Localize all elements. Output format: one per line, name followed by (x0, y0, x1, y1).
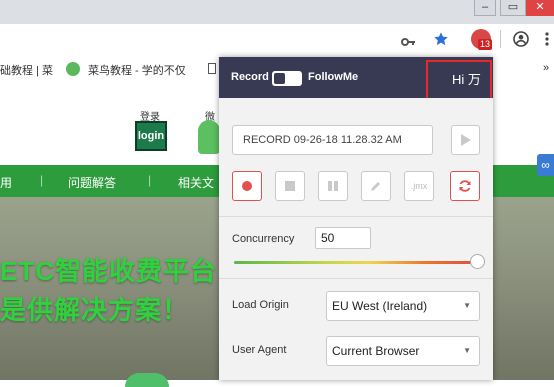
extension-badge: 13 (478, 39, 492, 50)
page-icon (208, 63, 216, 74)
chevron-down-icon: ▼ (463, 346, 471, 355)
login-button[interactable]: login (135, 121, 167, 151)
concurrency-slider-handle[interactable] (470, 254, 485, 269)
nav-divider: | (40, 173, 44, 187)
nav-divider: | (148, 173, 152, 187)
hero-subheadline: 是供解决方案！ (0, 295, 190, 325)
account-icon[interactable] (513, 31, 529, 52)
pause-icon (328, 181, 338, 191)
bookmark-item[interactable]: 菜鸟教程 - 学的不仅 (88, 62, 186, 78)
section-divider (219, 216, 493, 217)
user-agent-value: Current Browser (332, 344, 420, 358)
link-icon[interactable]: ∞ (537, 154, 554, 176)
popup-body: RECORD 09-26-18 11.28.32 AM .jmx Concurr… (219, 98, 493, 380)
extension-popup: Record FollowMe Hi 万 RECORD 09-26-18 11.… (219, 57, 493, 380)
bookmark-item[interactable]: 础教程 | 菜 (0, 62, 53, 78)
followme-mode-label: FollowMe (308, 71, 359, 83)
minimize-button[interactable]: – (474, 0, 496, 16)
refresh-button[interactable] (450, 171, 480, 201)
toggle-knob (274, 73, 285, 84)
nav-item[interactable]: 相关文 (178, 174, 214, 191)
wechat-icon[interactable] (198, 120, 220, 154)
extension-icon[interactable]: 13 (471, 29, 492, 50)
star-icon[interactable] (433, 31, 449, 52)
play-icon (461, 134, 471, 146)
hero-decoration (125, 373, 169, 387)
record-mode-label: Record (231, 71, 269, 83)
edit-button[interactable] (361, 171, 391, 201)
chevron-down-icon: ▼ (463, 301, 471, 310)
bookmark-favicon-icon (66, 62, 80, 76)
pencil-icon (371, 182, 380, 191)
stop-button[interactable] (275, 171, 305, 201)
close-window-button[interactable]: ✕ (526, 0, 554, 16)
section-divider (219, 278, 493, 279)
concurrency-label: Concurrency (232, 233, 295, 245)
maximize-button[interactable]: ▭ (500, 0, 526, 16)
user-greeting[interactable]: Hi 万 (452, 69, 481, 88)
key-icon[interactable] (401, 34, 415, 52)
load-origin-select[interactable]: EU West (Ireland) ▼ (326, 291, 480, 321)
play-button[interactable] (451, 125, 480, 155)
user-agent-select[interactable]: Current Browser ▼ (326, 336, 480, 366)
nav-item[interactable]: 用 (0, 174, 12, 191)
concurrency-slider-track[interactable] (234, 261, 480, 264)
stop-icon (285, 181, 295, 191)
concurrency-input[interactable]: 50 (315, 227, 371, 249)
record-icon (242, 181, 252, 191)
jmx-button[interactable]: .jmx (404, 171, 434, 201)
refresh-icon (459, 180, 471, 192)
record-button[interactable] (232, 171, 262, 201)
bookmarks-overflow-icon[interactable]: » (543, 62, 549, 74)
window-titlebar (0, 0, 554, 24)
mode-toggle[interactable] (272, 71, 302, 86)
load-origin-value: EU West (Ireland) (332, 299, 428, 313)
recording-name-input[interactable]: RECORD 09-26-18 11.28.32 AM (232, 125, 433, 155)
hero-headline: ETC智能收费平台 (0, 256, 218, 286)
user-agent-label: User Agent (232, 344, 287, 356)
nav-item[interactable]: 问题解答 (68, 174, 116, 191)
load-origin-label: Load Origin (232, 299, 289, 311)
more-vert-icon[interactable] (545, 32, 549, 51)
popup-header: Record FollowMe Hi 万 (219, 57, 493, 102)
toolbar-divider (500, 30, 501, 48)
pause-button[interactable] (318, 171, 348, 201)
